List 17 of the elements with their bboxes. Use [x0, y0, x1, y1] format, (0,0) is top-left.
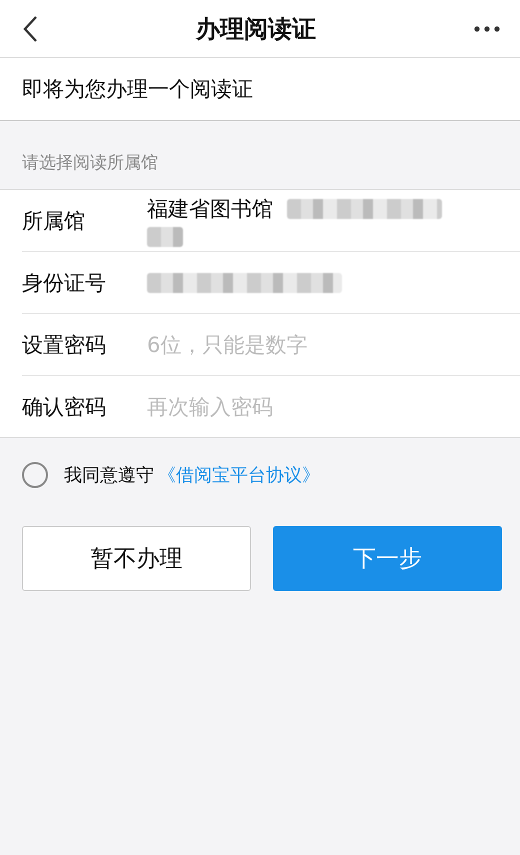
field-label: 设置密码 — [22, 332, 107, 358]
agree-text: 我同意遵守 — [64, 464, 154, 487]
section-label: 请选择阅读所属馆 — [21, 152, 159, 175]
field-label: 身份证号 — [22, 270, 107, 296]
input-field[interactable]: 再次输入密码 — [147, 394, 447, 418]
back-icon[interactable] — [22, 14, 38, 42]
more-icon[interactable] — [474, 26, 500, 32]
agreement-link[interactable]: 《借阅宝平台协议》 — [158, 463, 320, 487]
field-value: 福建省图书馆 — [147, 196, 273, 222]
next-button[interactable]: 下一步 — [273, 526, 502, 591]
intro-text: 即将为您办理一个阅读证 — [22, 76, 253, 103]
decline-button[interactable]: 暂不办理 — [22, 526, 251, 591]
field-label: 确认密码 — [22, 394, 107, 420]
agree-checkbox[interactable] — [22, 462, 48, 488]
input-field[interactable]: 6位，只能是数字 — [147, 332, 447, 356]
field-label: 所属馆 — [22, 208, 86, 234]
page-title: 办理阅读证 — [196, 14, 316, 44]
